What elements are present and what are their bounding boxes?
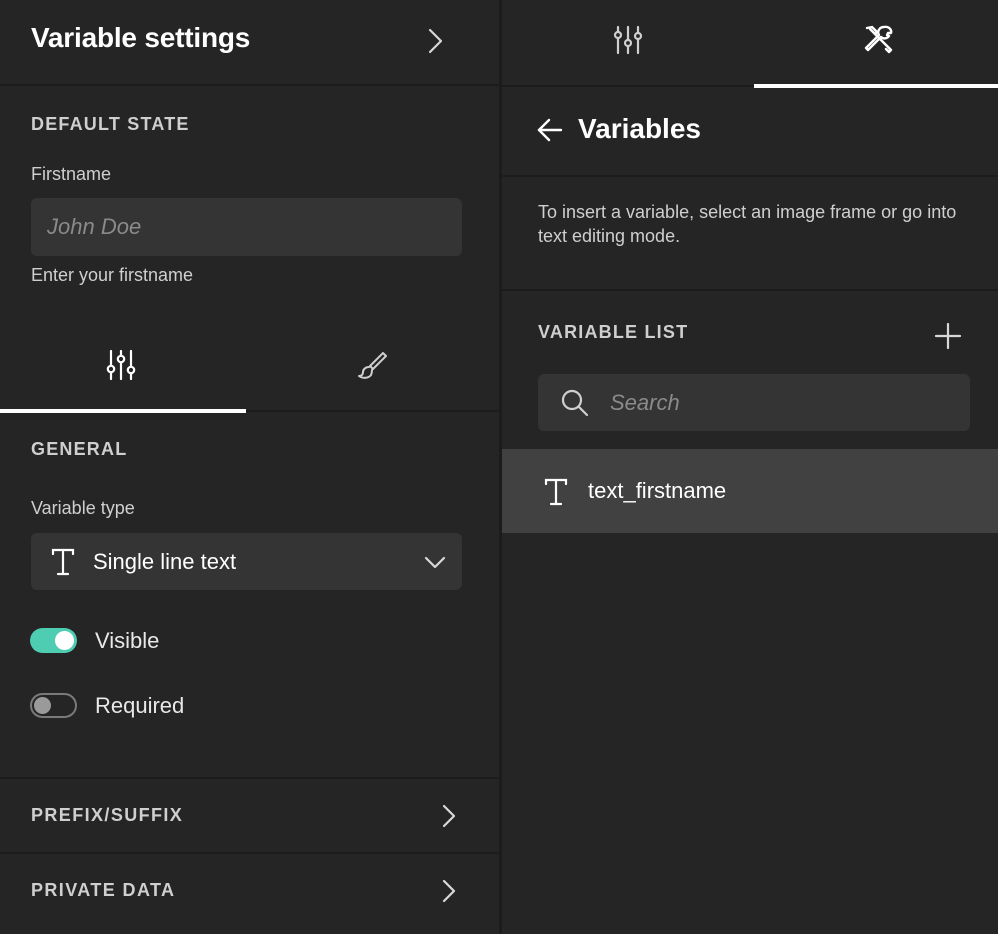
sliders-icon [106, 349, 136, 381]
tab-properties[interactable] [0, 330, 246, 412]
active-tab-indicator [0, 409, 246, 413]
tab-style[interactable] [246, 330, 499, 412]
private-data-label: PRIVATE DATA [31, 880, 176, 900]
toggle-knob [34, 697, 51, 714]
text-type-icon [51, 548, 75, 576]
tab-properties[interactable] [502, 0, 750, 86]
visible-label: Visible [95, 628, 160, 653]
variable-name: text_firstname [588, 478, 727, 503]
required-label: Required [95, 693, 185, 718]
prefix-suffix-label: PREFIX/SUFFIX [31, 805, 184, 825]
chevron-right-icon [428, 28, 443, 54]
divider [502, 175, 998, 177]
variable-type-value: Single line text [93, 549, 237, 574]
insert-variable-hint: To insert a variable, select an image fr… [538, 202, 957, 246]
chevron-right-icon [442, 879, 456, 903]
divider [246, 410, 499, 412]
search-input[interactable] [610, 374, 950, 431]
paintbrush-icon [358, 352, 387, 379]
variable-type-label: Variable type [31, 498, 135, 518]
panel-title: Variable settings [31, 22, 251, 53]
chevron-down-icon [424, 556, 446, 569]
panel-title: Variables [578, 113, 701, 144]
collapse-panel-button[interactable] [424, 27, 448, 55]
tools-icon [864, 25, 893, 54]
private-data-section[interactable]: PRIVATE DATA [0, 854, 499, 928]
firstname-input[interactable] [31, 198, 462, 256]
active-tab-indicator [754, 84, 998, 88]
variable-search [538, 374, 970, 431]
search-icon [561, 389, 589, 417]
divider [502, 289, 998, 291]
app-window: Variable settings DEFAULT STATE Firstnam… [0, 0, 998, 934]
firstname-helper-text: Enter your firstname [31, 265, 194, 285]
text-type-icon [544, 478, 568, 506]
add-variable-button[interactable] [934, 322, 962, 350]
required-toggle[interactable] [30, 693, 77, 718]
toggle-knob [55, 631, 74, 650]
default-state-heading: DEFAULT STATE [31, 114, 190, 134]
variable-list-heading: VARIABLE LIST [538, 322, 689, 342]
sliders-icon [613, 25, 643, 55]
divider [0, 84, 499, 86]
tab-tools[interactable] [750, 0, 998, 86]
variables-panel: Variables To insert a variable, select a… [502, 0, 998, 934]
firstname-label: Firstname [31, 164, 112, 184]
visible-toggle[interactable] [30, 628, 77, 653]
chevron-right-icon [442, 804, 456, 828]
prefix-suffix-section[interactable]: PREFIX/SUFFIX [0, 779, 499, 853]
variable-list-item[interactable]: text_firstname [502, 449, 998, 533]
variable-type-dropdown[interactable]: Single line text [31, 533, 462, 590]
divider [502, 85, 754, 87]
variable-settings-panel: Variable settings DEFAULT STATE Firstnam… [0, 0, 499, 934]
general-heading: GENERAL [31, 439, 128, 459]
back-arrow-icon[interactable] [536, 116, 564, 144]
